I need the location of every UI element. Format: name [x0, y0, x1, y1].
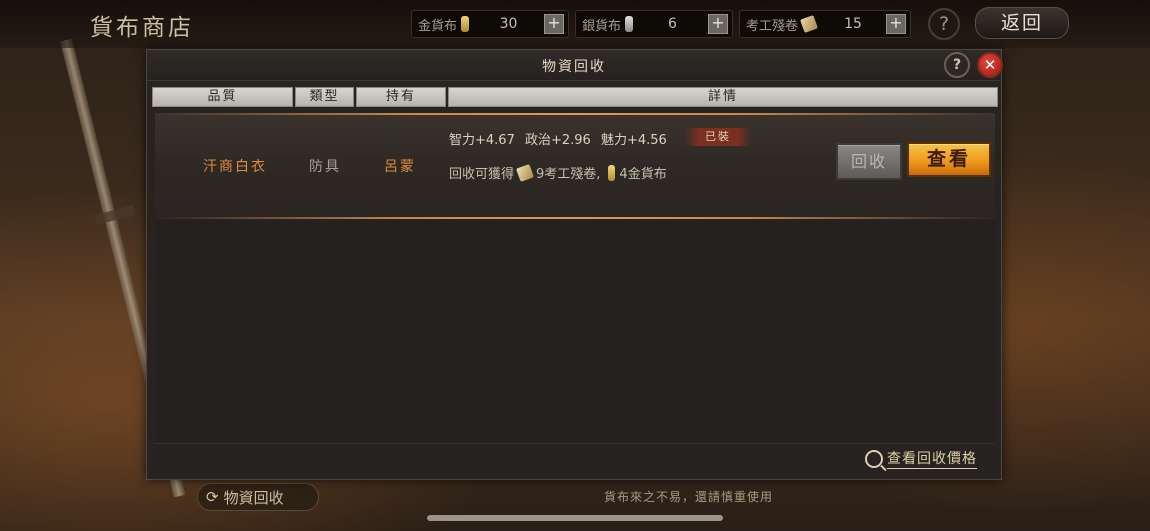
recycle-button[interactable]: 回收	[836, 143, 902, 180]
recycle-tab[interactable]: ⟳ 物資回收	[197, 483, 319, 511]
scroll-icon	[516, 163, 534, 182]
gold-coin-icon	[608, 164, 616, 181]
add-scroll-button[interactable]: +	[886, 14, 906, 34]
currency-silver-value: 6	[668, 16, 677, 32]
column-header-quality[interactable]: 品質	[152, 87, 293, 107]
view-button[interactable]: 查看	[907, 142, 991, 177]
currency-scroll: 考工殘卷 15 +	[739, 10, 911, 38]
item-owner: 呂蒙	[384, 159, 416, 175]
dialog-title: 物資回收	[542, 59, 606, 75]
item-stats: 智力+4.67 政治+2.96 魅力+4.56	[449, 129, 673, 148]
column-header-owner[interactable]: 持有	[356, 87, 446, 107]
add-gold-button[interactable]: +	[544, 14, 564, 34]
add-silver-button[interactable]: +	[708, 14, 728, 34]
currency-silver: 銀貨布 6 +	[575, 10, 733, 38]
dialog-help-button[interactable]: ?	[944, 52, 970, 78]
currency-gold: 金貨布 30 +	[411, 10, 569, 38]
close-icon[interactable]: ✕	[977, 52, 1003, 78]
item-list[interactable]: 汗商白衣 防具 呂蒙 智力+4.67 政治+2.96 魅力+4.56 已裝 回收…	[155, 113, 995, 443]
help-button[interactable]: ?	[928, 8, 960, 40]
dialog-header: 物資回收 ? ✕	[147, 50, 1003, 81]
home-indicator[interactable]	[427, 515, 723, 521]
currency-silver-label: 銀貨布	[582, 18, 622, 34]
reward-gold: 4金貨布	[619, 167, 667, 182]
row-border-top	[155, 113, 995, 115]
recycle-dialog: 物資回收 ? ✕ 品質 類型 持有 詳情 汗商白衣 防具 呂蒙 智力+4.67 …	[146, 49, 1003, 480]
footer-divider	[155, 443, 995, 444]
column-header-type[interactable]: 類型	[295, 87, 354, 107]
currency-scroll-value: 15	[844, 16, 862, 32]
item-type: 防具	[309, 159, 341, 175]
silver-coin-icon	[625, 16, 634, 32]
recycle-reward: 回收可獲得 9考工殘卷, 4金貨布	[449, 163, 667, 182]
stat-politics: 政治+2.96	[524, 133, 591, 148]
item-quality: 汗商白衣	[203, 159, 267, 175]
row-border-bottom	[155, 217, 995, 219]
recycle-tab-label: 物資回收	[223, 488, 284, 507]
reward-scroll: 9考工殘卷,	[536, 167, 601, 182]
page-title: 貨布商店	[90, 15, 194, 41]
gold-coin-icon	[461, 16, 470, 32]
stat-intelligence: 智力+4.67	[449, 133, 515, 148]
scroll-icon	[800, 15, 818, 33]
column-header-details[interactable]: 詳情	[448, 87, 998, 107]
view-recycle-price-label: 查看回收價格	[887, 448, 977, 469]
list-item[interactable]: 汗商白衣 防具 呂蒙 智力+4.67 政治+2.96 魅力+4.56 已裝 回收…	[155, 113, 995, 219]
currency-gold-value: 30	[499, 16, 518, 32]
stat-charm: 魅力+4.56	[600, 133, 667, 148]
recycle-icon: ⟳	[206, 488, 219, 506]
equipped-badge: 已裝	[685, 128, 751, 146]
view-recycle-price-link[interactable]: 查看回收價格	[865, 448, 977, 469]
back-button[interactable]: 返回	[975, 7, 1069, 39]
reward-prefix: 回收可獲得	[449, 167, 515, 182]
currency-gold-label: 金貨布	[418, 18, 458, 34]
bottom-note: 貨布來之不易，還請慎重使用	[604, 490, 774, 504]
currency-scroll-label: 考工殘卷	[746, 18, 799, 34]
magnifier-icon	[865, 449, 883, 468]
